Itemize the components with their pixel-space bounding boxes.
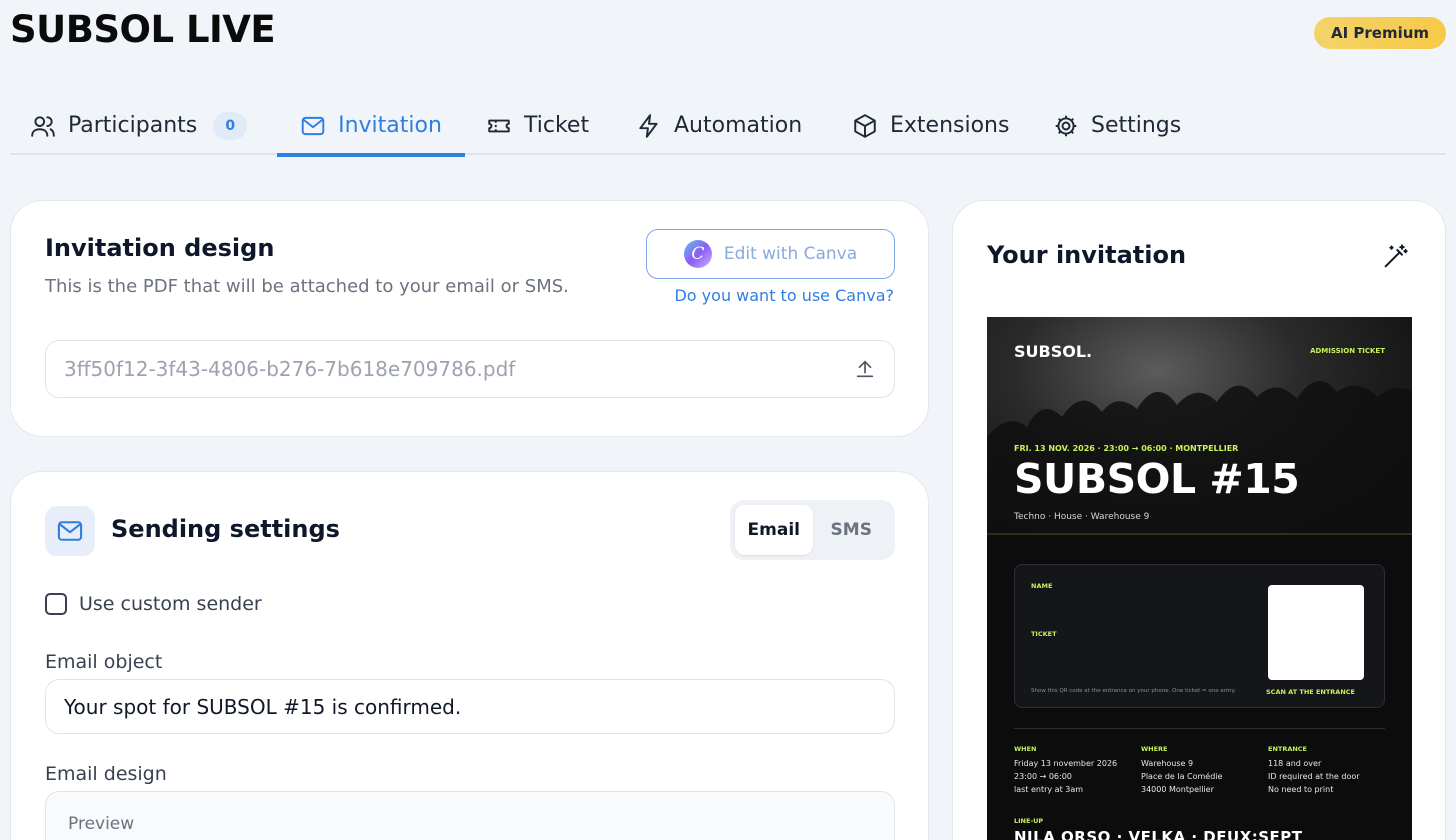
file-name: 3ff50f12-3f43-4806-b276-7b618e709786.pdf	[64, 357, 516, 381]
entrance-line-1: 118 and over	[1268, 759, 1322, 768]
hero-photo: SUBSOL. ADMISSION TICKET FRI. 13 NOV. 20…	[987, 317, 1412, 535]
email-object-value: Your spot for SUBSOL #15 is confirmed.	[64, 694, 462, 719]
email-object-input[interactable]: Your spot for SUBSOL #15 is confirmed.	[45, 679, 895, 734]
name-label: NAME	[1031, 582, 1053, 590]
when-line-2: 23:00 → 06:00	[1014, 772, 1072, 781]
where-line-1: Warehouse 9	[1141, 759, 1194, 768]
entrance-line-2: ID required at the door	[1268, 772, 1360, 781]
qr-note: Show this QR code at the entrance on you…	[1031, 688, 1236, 694]
channel-toggle: Email SMS	[730, 500, 895, 560]
canva-logo-icon: C	[683, 240, 712, 268]
tab-label: Settings	[1091, 113, 1182, 138]
tab-label: Automation	[674, 113, 803, 138]
mail-icon	[301, 116, 325, 135]
card-subtitle: This is the PDF that will be attached to…	[45, 276, 569, 297]
pdf-file-input[interactable]: 3ff50f12-3f43-4806-b276-7b618e709786.pdf	[45, 340, 895, 398]
use-canva-link[interactable]: Do you want to use Canva?	[674, 286, 894, 305]
tab-invitation[interactable]: Invitation	[277, 96, 465, 157]
card-title: Sending settings	[111, 515, 340, 543]
gear-icon	[1055, 115, 1077, 136]
event-title: SUBSOL #15	[1014, 455, 1300, 503]
lineup-label: LINE-UP	[1014, 817, 1044, 825]
custom-sender-row: Use custom sender	[45, 593, 262, 615]
sending-settings-card: Sending settings Email SMS Use custom se…	[10, 471, 929, 840]
email-object-label: Email object	[45, 651, 163, 673]
custom-sender-checkbox[interactable]	[45, 593, 67, 615]
email-design-label: Email design	[45, 763, 167, 785]
bolt-icon	[639, 113, 658, 138]
users-icon	[31, 115, 55, 137]
preview-label: Preview	[68, 814, 135, 834]
mail-icon-box	[45, 506, 95, 556]
when-line-1: Friday 13 november 2026	[1014, 759, 1118, 768]
tab-label: Invitation	[338, 113, 442, 138]
where-line-3: 34000 Montpellier	[1141, 785, 1214, 794]
qr-code-placeholder	[1268, 585, 1364, 680]
invitation-pdf-preview: SUBSOL. ADMISSION TICKET FRI. 13 NOV. 20…	[987, 317, 1412, 840]
where-line-2: Place de la Comédie	[1141, 772, 1223, 781]
entrance-line-3: No need to print	[1268, 785, 1334, 794]
entrance-label: ENTRANCE	[1268, 745, 1307, 753]
custom-sender-label: Use custom sender	[79, 593, 262, 615]
ticket-label: TICKET	[1031, 630, 1057, 638]
invitation-design-card: Invitation design This is the PDF that w…	[10, 200, 929, 437]
tab-bar: Participants 0 Invitation Ticket Automat…	[10, 96, 1446, 157]
tab-label: Ticket	[524, 113, 590, 138]
email-design-preview[interactable]: Preview	[45, 791, 895, 840]
when-label: WHEN	[1014, 745, 1037, 753]
invitation-preview-card: Your invitation SUBSOL. ADMISSION TICKET…	[952, 200, 1446, 840]
canva-button-label: Edit with Canva	[723, 244, 858, 264]
tab-participants[interactable]: Participants 0	[30, 96, 248, 155]
ticket-box: NAME TICKET Show this QR code at the ent…	[1014, 564, 1385, 708]
scan-label: SCAN AT THE ENTRANCE	[1266, 688, 1355, 696]
where-label: WHERE	[1141, 745, 1168, 753]
tab-ticket[interactable]: Ticket	[486, 96, 589, 155]
lineup-text: NILA ORSO · VELKA · DEUX:SEPT	[1014, 828, 1303, 840]
magic-wand-icon[interactable]	[1381, 243, 1409, 271]
upload-icon[interactable]	[854, 358, 876, 380]
email-mode-button[interactable]: Email	[735, 505, 813, 555]
app-title: SUBSOL LIVE	[10, 8, 276, 51]
edit-with-canva-button[interactable]: C Edit with Canva	[646, 229, 895, 279]
tab-label: Participants	[68, 113, 198, 138]
tab-label: Extensions	[890, 113, 1010, 138]
card-title: Your invitation	[987, 241, 1187, 269]
sms-mode-button[interactable]: SMS	[813, 505, 891, 555]
tab-extensions[interactable]: Extensions	[852, 96, 1009, 155]
event-date-line: FRI. 13 NOV. 2026 · 23:00 → 06:00 · MONT…	[1014, 444, 1239, 453]
participants-count-badge: 0	[213, 111, 248, 140]
tab-automation[interactable]: Automation	[636, 96, 802, 155]
mail-icon	[57, 521, 83, 541]
when-line-3: last entry at 3am	[1014, 785, 1084, 794]
divider	[1014, 728, 1385, 729]
ticket-icon	[488, 119, 510, 132]
cube-icon	[854, 113, 876, 138]
admission-label: ADMISSION TICKET	[1310, 347, 1385, 355]
tab-settings[interactable]: Settings	[1053, 96, 1181, 155]
invitation-brand: SUBSOL.	[1014, 342, 1093, 361]
event-genres: Techno · House · Warehouse 9	[1014, 512, 1150, 522]
card-title: Invitation design	[45, 234, 275, 262]
premium-badge[interactable]: AI Premium	[1314, 17, 1446, 49]
